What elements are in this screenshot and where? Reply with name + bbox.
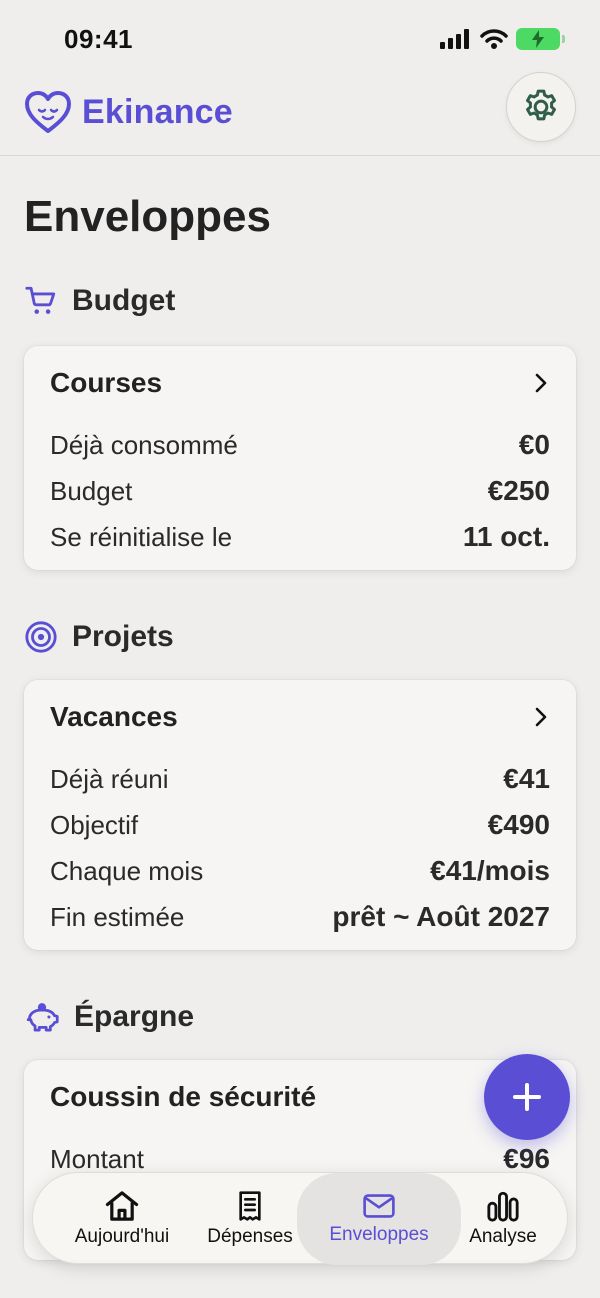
chevron-right-icon <box>535 707 547 727</box>
row-label: Se réinitialise le <box>50 521 233 552</box>
plus-icon <box>513 1083 541 1111</box>
settings-button[interactable] <box>506 72 576 142</box>
row-value: prêt ~ Août 2027 <box>332 901 550 932</box>
tab-label: Aujourd'hui <box>74 1226 170 1247</box>
card-row: Déjà consommé €0 <box>50 422 550 468</box>
tab-label: Dépenses <box>207 1226 293 1247</box>
app-header: Ekinance <box>0 72 600 156</box>
tab-depenses[interactable]: Dépenses <box>195 1173 305 1265</box>
heart-logo-icon <box>25 91 71 133</box>
status-time: 09:41 <box>64 24 133 54</box>
row-label: Déjà consommé <box>50 429 238 460</box>
row-label: Déjà réuni <box>50 763 169 794</box>
row-value: €250 <box>487 475 550 506</box>
cellular-signal-icon <box>440 29 469 49</box>
row-value: €490 <box>487 809 550 840</box>
card-row: Budget €250 <box>50 468 550 514</box>
battery-charging-icon <box>516 28 565 50</box>
tab-aujourdhui[interactable]: Aujourd'hui <box>55 1173 189 1265</box>
section-budget-header: Budget <box>24 284 175 318</box>
brand-name: Ekinance <box>82 92 233 131</box>
page-title: Enveloppes <box>24 192 271 241</box>
home-icon <box>105 1191 139 1221</box>
row-label: Fin estimée <box>50 901 185 932</box>
gear-icon <box>526 89 556 121</box>
row-label: Budget <box>50 475 133 506</box>
card-row: Déjà réuni €41 <box>50 756 550 802</box>
piggy-bank-icon <box>26 1003 59 1032</box>
card-title: Vacances <box>50 701 178 732</box>
card-title: Coussin de sécurité <box>50 1081 317 1112</box>
tab-analyse[interactable]: Analyse <box>453 1173 553 1265</box>
section-epargne-header: Épargne <box>24 1000 194 1034</box>
tab-label: Analyse <box>469 1226 537 1247</box>
card-row: Se réinitialise le 11 oct. <box>50 514 550 560</box>
envelope-icon <box>363 1194 395 1218</box>
card-title: Courses <box>50 367 163 398</box>
section-title-projets: Projets <box>72 620 174 653</box>
status-icons <box>440 28 565 50</box>
receipt-icon <box>239 1191 261 1221</box>
row-value: €41 <box>503 763 550 794</box>
bottom-tab-bar: Aujourd'hui Dépenses Enveloppes Analyse <box>32 1172 568 1265</box>
bar-chart-icon <box>487 1191 519 1222</box>
tab-label: Enveloppes <box>329 1224 429 1245</box>
shopping-cart-icon <box>25 286 56 314</box>
row-label: Montant <box>50 1143 144 1174</box>
tab-enveloppes[interactable]: Enveloppes <box>297 1173 461 1265</box>
chevron-right-icon <box>535 373 547 393</box>
row-label: Objectif <box>50 809 139 840</box>
section-projets-header: Projets <box>24 620 174 654</box>
wifi-icon <box>480 29 508 49</box>
card-row: Objectif €490 <box>50 802 550 848</box>
row-label: Chaque mois <box>50 855 204 886</box>
card-row: Chaque mois €41/mois <box>50 848 550 894</box>
status-bar: 09:41 <box>0 0 600 78</box>
row-value: 11 oct. <box>462 521 550 552</box>
row-value: €0 <box>518 429 550 460</box>
section-title-epargne: Épargne <box>74 1000 195 1033</box>
card-row: Fin estimée prêt ~ Août 2027 <box>50 894 550 940</box>
row-value: €41/mois <box>430 855 550 886</box>
envelope-card-vacances[interactable]: Vacances Déjà réuni €41 Objectif €490 Ch… <box>24 680 576 950</box>
envelope-card-courses[interactable]: Courses Déjà consommé €0 Budget €250 Se … <box>24 346 576 570</box>
row-value: €96 <box>503 1143 550 1174</box>
section-title-budget: Budget <box>72 284 176 317</box>
target-icon <box>25 621 57 653</box>
add-button[interactable] <box>484 1054 570 1140</box>
brand-logo: Ekinance <box>24 90 233 134</box>
